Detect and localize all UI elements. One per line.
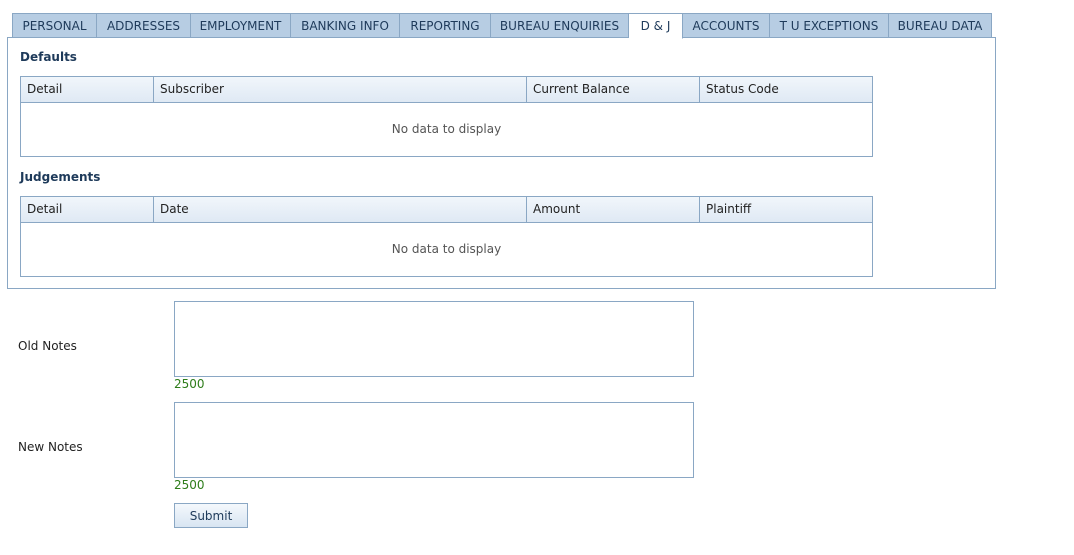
tab-bureau-data[interactable]: BUREAU DATA [889, 13, 992, 38]
column-header-detail[interactable]: Detail [21, 197, 154, 222]
tab-accounts[interactable]: ACCOUNTS [683, 13, 770, 38]
tab-employment[interactable]: EMPLOYMENT [191, 13, 291, 38]
submit-button[interactable]: Submit [174, 503, 248, 528]
column-header-amount[interactable]: Amount [527, 197, 700, 222]
column-header-date[interactable]: Date [154, 197, 527, 222]
tab-reporting[interactable]: REPORTING [400, 13, 491, 38]
old-notes-char-counter: 2500 [174, 377, 205, 391]
tab-tu-exceptions[interactable]: T U EXCEPTIONS [770, 13, 889, 38]
judgements-empty-message: No data to display [391, 242, 502, 256]
tab-d-and-j[interactable]: D & J [629, 13, 683, 39]
new-notes-textarea[interactable] [174, 402, 694, 478]
tab-personal[interactable]: PERSONAL [12, 13, 97, 38]
tab-strip: PERSONAL ADDRESSES EMPLOYMENT BANKING IN… [12, 13, 992, 39]
new-notes-label: New Notes [18, 440, 83, 454]
tab-bureau-enquiries[interactable]: BUREAU ENQUIRIES [491, 13, 629, 38]
judgements-title: Judgements [20, 170, 101, 184]
defaults-title: Defaults [20, 50, 77, 64]
column-header-subscriber[interactable]: Subscriber [154, 77, 527, 102]
defaults-empty-message: No data to display [391, 122, 502, 136]
defaults-grid: Detail Subscriber Current Balance Status… [20, 76, 873, 157]
judgements-grid-header: Detail Date Amount Plaintiff [21, 197, 872, 223]
d-and-j-panel: Defaults Detail Subscriber Current Balan… [7, 37, 996, 289]
judgements-grid: Detail Date Amount Plaintiff No data to … [20, 196, 873, 277]
old-notes-label: Old Notes [18, 339, 77, 353]
tab-addresses[interactable]: ADDRESSES [97, 13, 191, 38]
new-notes-char-counter: 2500 [174, 478, 205, 492]
column-header-plaintiff[interactable]: Plaintiff [700, 197, 872, 222]
column-header-current-balance[interactable]: Current Balance [527, 77, 700, 102]
column-header-status-code[interactable]: Status Code [700, 77, 872, 102]
defaults-grid-header: Detail Subscriber Current Balance Status… [21, 77, 872, 103]
column-header-detail[interactable]: Detail [21, 77, 154, 102]
old-notes-textarea[interactable] [174, 301, 694, 377]
tab-banking-info[interactable]: BANKING INFO [291, 13, 400, 38]
